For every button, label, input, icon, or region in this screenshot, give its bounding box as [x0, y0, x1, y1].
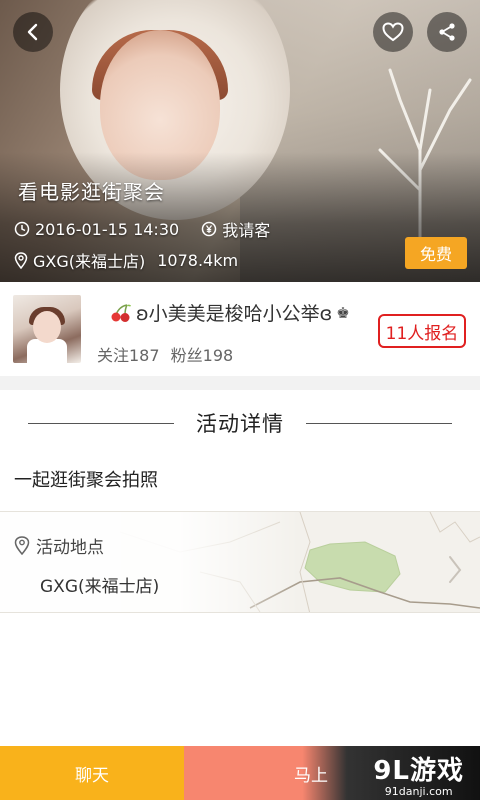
- host-name-row: ʚ小美美是梭哈小公举ɞ ♚: [110, 299, 350, 326]
- activity-description: 一起逛街聚会拍照: [14, 470, 158, 491]
- activity-datetime: 2016-01-15 14:30: [35, 219, 180, 239]
- heart-icon: [382, 22, 404, 42]
- price-badge: 免费: [405, 237, 467, 269]
- crown-icon: ♚: [336, 303, 350, 322]
- join-button[interactable]: 马上 9L游戏 91danji.com: [184, 746, 480, 800]
- bottom-action-bar: 聊天 马上 9L游戏 91danji.com: [0, 746, 480, 800]
- location-label: 活动地点: [36, 538, 104, 558]
- host-avatar[interactable]: [13, 295, 81, 363]
- activity-location-row: GXG(来福士店) 1078.4km: [14, 248, 238, 272]
- watermark: 9L游戏 91danji.com: [373, 750, 464, 798]
- cherry-icon: [111, 303, 131, 322]
- activity-time-row: 2016-01-15 14:30 我请客: [14, 217, 270, 241]
- share-icon: [439, 23, 455, 41]
- host-stats: 关注187 粉丝198: [97, 342, 233, 366]
- share-button[interactable]: [427, 12, 467, 52]
- yuan-icon: [201, 221, 217, 237]
- location-pin-icon: [14, 536, 30, 555]
- back-arrow-icon: [27, 23, 38, 41]
- section-divider: [0, 376, 480, 390]
- join-button-label: 马上: [294, 765, 328, 786]
- details-section-title: 活动详情: [196, 412, 284, 436]
- favorite-button[interactable]: [373, 12, 413, 52]
- map-fade-overlay: [0, 512, 300, 612]
- location-address: GXG(来福士店): [40, 577, 160, 597]
- host-name: ʚ小美美是梭哈小公举ɞ: [136, 303, 333, 325]
- details-section-header: 活动详情: [0, 400, 480, 446]
- activity-title: 看电影逛街聚会: [18, 180, 165, 204]
- watermark-site: 91danji.com: [384, 785, 453, 798]
- activity-venue: GXG(来福士店): [33, 252, 146, 271]
- location-map[interactable]: [0, 511, 480, 613]
- header-line-right: [306, 422, 452, 424]
- host-row[interactable]: ʚ小美美是梭哈小公举ɞ ♚ 关注187 粉丝198 11人报名: [0, 282, 480, 376]
- host-following-count: 关注187: [97, 346, 160, 365]
- signup-count-badge[interactable]: 11人报名: [378, 314, 466, 348]
- back-button[interactable]: [13, 12, 53, 52]
- location-label-row: 活动地点: [14, 533, 104, 558]
- watermark-brand: 9L游戏: [373, 756, 464, 786]
- activity-payment-type: 我请客: [222, 221, 271, 240]
- clock-icon: [14, 221, 30, 237]
- host-fans-count: 粉丝198: [170, 346, 234, 365]
- activity-detail-page: 看电影逛街聚会 2016-01-15 14:30 我请客 GXG(来福士店) 1…: [0, 0, 480, 800]
- activity-distance: 1078.4km: [157, 250, 239, 270]
- location-pin-icon: [14, 251, 28, 269]
- chat-button[interactable]: 聊天: [0, 746, 184, 800]
- header-line-left: [28, 422, 174, 424]
- hero-banner: 看电影逛街聚会 2016-01-15 14:30 我请客 GXG(来福士店) 1…: [0, 0, 480, 282]
